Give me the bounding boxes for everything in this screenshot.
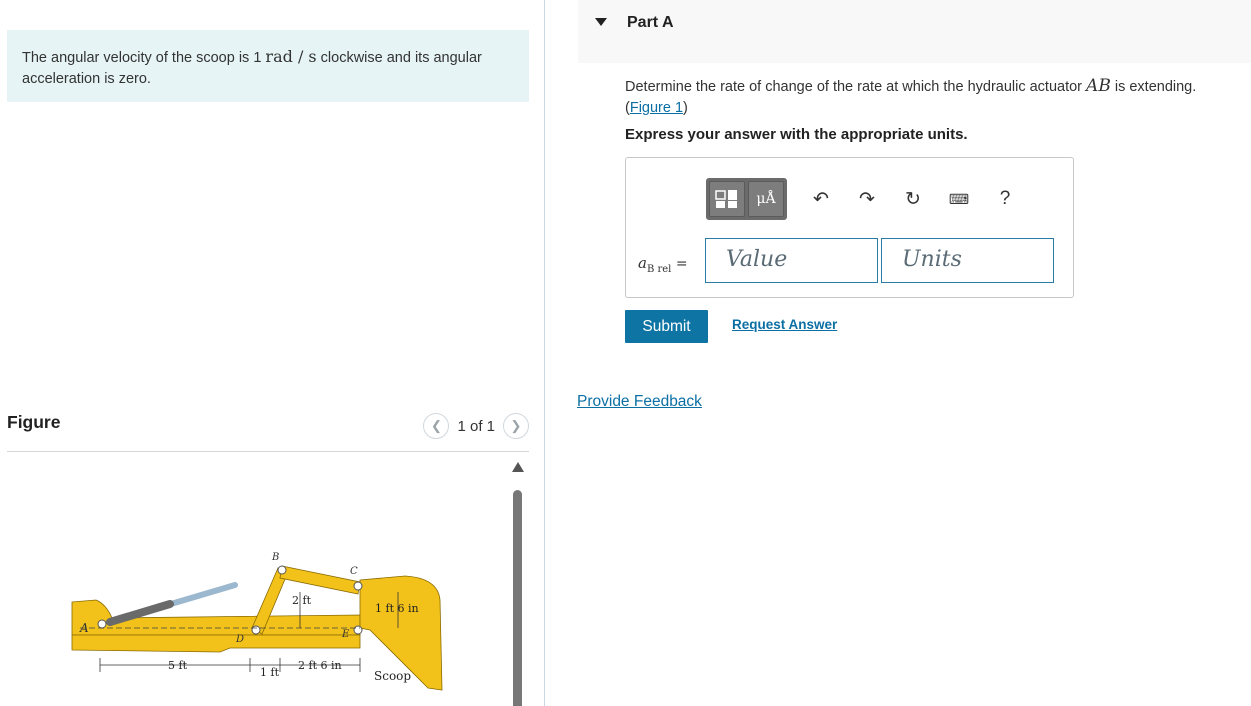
answer-label-eq: = bbox=[675, 256, 688, 272]
question-after: is extending. bbox=[1114, 79, 1197, 95]
toolbar-button-group: μÅ bbox=[706, 178, 787, 220]
label-scoop: Scoop bbox=[374, 669, 411, 683]
instruction: Express your answer with the appropriate… bbox=[625, 126, 968, 143]
answer-box: μÅ ↶ ↷ ↻ ⌨ ? aB rel = Value Units bbox=[625, 157, 1074, 298]
keyboard-icon[interactable]: ⌨ bbox=[947, 191, 971, 208]
next-figure-button[interactable]: ❯ bbox=[503, 413, 529, 439]
scroll-thumb[interactable] bbox=[513, 490, 522, 706]
label-5ft: 5 ft bbox=[168, 659, 188, 672]
submit-button[interactable]: Submit bbox=[625, 310, 708, 343]
collapse-caret-icon[interactable] bbox=[595, 18, 607, 26]
prev-figure-button[interactable]: ❮ bbox=[423, 413, 450, 439]
value-input[interactable]: Value bbox=[705, 238, 878, 283]
answer-label-sub: B rel bbox=[646, 263, 672, 275]
units-button[interactable]: μÅ bbox=[748, 181, 784, 217]
label-b: B bbox=[271, 552, 279, 563]
help-button[interactable]: ? bbox=[993, 188, 1017, 210]
label-2ft6in: 2 ft 6 in bbox=[298, 659, 342, 672]
provide-feedback-link[interactable]: Provide Feedback bbox=[577, 393, 702, 411]
chevron-left-icon: ❮ bbox=[431, 418, 442, 433]
scroll-up-icon[interactable] bbox=[512, 462, 524, 472]
question-before: Determine the rate of change of the rate… bbox=[625, 79, 1083, 95]
left-pane: The angular velocity of the scoop is 1 r… bbox=[0, 0, 545, 706]
chevron-right-icon: ❯ bbox=[510, 418, 522, 433]
excavator-diagram: A B C D E 2 ft 1 ft 6 in 5 ft 1 ft 2 ft … bbox=[71, 552, 443, 691]
label-e: E bbox=[341, 629, 350, 640]
problem-statement: The angular velocity of the scoop is 1 r… bbox=[7, 30, 529, 102]
figure-header: Figure ❮ 1 of 1 ❯ bbox=[7, 410, 529, 452]
redo-icon[interactable]: ↷ bbox=[855, 188, 879, 211]
problem-text-before: The angular velocity of the scoop is 1 bbox=[22, 50, 262, 66]
question-var: AB bbox=[1086, 76, 1111, 96]
part-header[interactable]: Part A bbox=[578, 0, 1251, 63]
figure-image: A B C D E 2 ft 1 ft 6 in 5 ft 1 ft 2 ft … bbox=[60, 540, 460, 700]
figure-scrollbar[interactable] bbox=[512, 462, 524, 706]
question-text: Determine the rate of change of the rate… bbox=[625, 76, 1197, 116]
pager-text: 1 of 1 bbox=[457, 417, 495, 435]
label-1ft: 1 ft bbox=[260, 666, 280, 679]
problem-unit: rad / s bbox=[265, 47, 317, 66]
math-toolbar: μÅ ↶ ↷ ↻ ⌨ ? bbox=[706, 178, 1017, 220]
undo-icon[interactable]: ↶ bbox=[809, 188, 833, 211]
answer-label-var: a bbox=[638, 254, 647, 272]
figure-link[interactable]: Figure 1 bbox=[630, 100, 683, 116]
label-c: C bbox=[350, 566, 358, 577]
templates-button[interactable] bbox=[709, 181, 745, 217]
request-answer-link[interactable]: Request Answer bbox=[732, 317, 837, 332]
units-input[interactable]: Units bbox=[881, 238, 1054, 283]
label-2ft: 2 ft bbox=[292, 594, 312, 607]
reset-icon[interactable]: ↻ bbox=[901, 188, 925, 211]
answer-label: aB rel = bbox=[638, 254, 688, 275]
part-title: Part A bbox=[627, 14, 674, 31]
label-a: A bbox=[79, 621, 89, 635]
figure-pager: ❮ 1 of 1 ❯ bbox=[423, 413, 529, 439]
templates-icon bbox=[715, 190, 737, 208]
label-d: D bbox=[235, 634, 244, 645]
label-1ft6in: 1 ft 6 in bbox=[375, 602, 419, 615]
figure-title: Figure bbox=[7, 412, 61, 432]
